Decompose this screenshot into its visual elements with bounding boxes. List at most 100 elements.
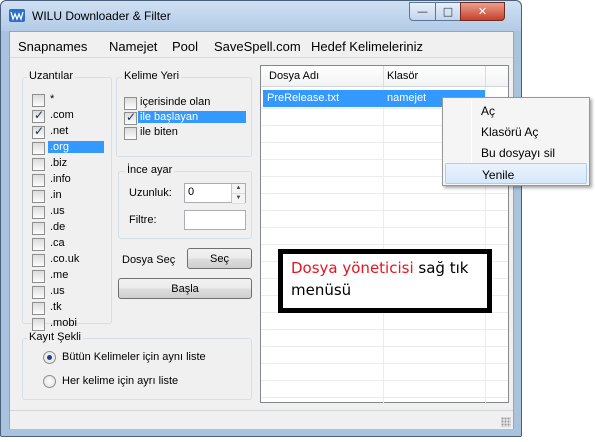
extension-label[interactable]: .us (48, 205, 67, 217)
resize-grip-icon[interactable] (501, 417, 511, 427)
context-item-label: Klasörü Aç (481, 125, 539, 139)
extension-label[interactable]: .tk (48, 301, 64, 313)
grid-line (261, 329, 508, 330)
extension-checkbox[interactable] (32, 286, 45, 299)
save-mode-group-label: Kayıt Şekli (27, 331, 83, 343)
extension-label[interactable]: .net (48, 125, 70, 137)
radio-same-list-label[interactable]: Bütün Kelimeler için aynı liste (62, 351, 206, 363)
extension-checkbox[interactable] (32, 270, 45, 283)
close-button[interactable]: ✕ (460, 2, 505, 21)
window-title: WILU Downloader & Filter (32, 9, 171, 23)
length-stepper[interactable]: 0 ▲ ▼ (184, 183, 246, 204)
extension-label[interactable]: .in (48, 189, 64, 201)
word-position-group-label: Kelime Yeri (122, 70, 182, 82)
annotation-callout: Dosya yöneticisi sağ tık menüsü (278, 249, 492, 313)
grid-line (261, 363, 508, 364)
word-position-checkbox[interactable] (124, 97, 137, 110)
filter-input[interactable] (184, 210, 246, 230)
extension-checkbox[interactable] (32, 222, 45, 235)
context-item-label: Aç (481, 104, 496, 118)
column-file-name[interactable]: Dosya Adı (269, 70, 319, 82)
menu-snapnames[interactable]: Snapnames (18, 39, 87, 54)
extension-checkbox[interactable] (32, 124, 45, 139)
save-mode-group (22, 338, 252, 400)
menu-target-words[interactable]: Hedef Kelimeleriniz (311, 39, 423, 54)
extension-checkbox[interactable] (32, 158, 45, 171)
callout-highlight: Dosya yöneticisi (291, 259, 414, 277)
extension-label[interactable]: .info (48, 173, 73, 185)
grid-line (261, 193, 508, 194)
context-menu: Aç Klasörü Aç Bu dosyayı sil Yenile (442, 97, 590, 186)
start-button[interactable]: Başla (118, 278, 252, 299)
extension-checkbox[interactable] (32, 142, 45, 155)
grid-line (261, 380, 508, 381)
context-item-open-folder[interactable]: Klasörü Aç (445, 121, 587, 142)
extension-checkbox[interactable] (32, 238, 45, 251)
extension-label[interactable]: .com (48, 109, 76, 121)
maximize-icon: □ (442, 5, 454, 18)
length-spin-buttons[interactable]: ▲ ▼ (231, 184, 245, 204)
extension-checkbox[interactable] (32, 318, 45, 331)
word-position-checkbox[interactable] (124, 127, 137, 140)
select-file-button[interactable]: Seç (187, 248, 252, 269)
minimize-button[interactable]: — (409, 2, 436, 21)
extension-label[interactable]: .me (48, 269, 70, 281)
length-label: Uzunluk: (129, 187, 172, 199)
grid-line (261, 227, 508, 228)
context-item-refresh[interactable]: Yenile (445, 163, 587, 184)
file-list-header: Dosya Adı Klasör (261, 66, 508, 87)
app-logo-icon (9, 9, 25, 22)
extension-checkbox[interactable] (32, 94, 45, 107)
extension-label[interactable]: .co.uk (48, 253, 81, 265)
extension-label[interactable]: .org (48, 141, 104, 153)
length-value: 0 (188, 186, 195, 198)
maximize-button[interactable]: □ (435, 2, 461, 21)
extension-label[interactable]: .ca (48, 237, 67, 249)
grid-line (261, 397, 508, 398)
grid-line (383, 87, 384, 404)
folder-cell: namejet (387, 92, 427, 104)
menu-namejet[interactable]: Namejet (109, 39, 157, 54)
extension-label[interactable]: .de (48, 221, 67, 233)
column-separator[interactable] (383, 66, 384, 86)
context-item-delete-file[interactable]: Bu dosyayı sil (445, 142, 587, 163)
minimize-icon: — (417, 5, 428, 18)
column-folder[interactable]: Klasör (387, 70, 418, 82)
grid-line (261, 244, 508, 245)
radio-same-list[interactable] (43, 351, 56, 364)
extension-label[interactable]: * (48, 93, 56, 105)
extension-checkbox[interactable] (32, 190, 45, 203)
column-separator[interactable] (485, 66, 486, 86)
status-bar (10, 410, 513, 429)
extension-checkbox[interactable] (32, 174, 45, 187)
word-position-label[interactable]: ile başlayan (138, 111, 246, 123)
file-select-label: Dosya Seç (122, 254, 176, 266)
word-position-checkbox[interactable] (124, 110, 137, 125)
file-name-cell: PreRelease.txt (267, 92, 340, 104)
extensions-group-label: Uzantılar (27, 70, 76, 82)
context-item-label: Bu dosyayı sil (481, 146, 556, 160)
extension-label[interactable]: .biz (48, 157, 69, 169)
client-area: Snapnames Namejet Pool SaveSpell.com Hed… (9, 31, 514, 429)
menu-bar: Snapnames Namejet Pool SaveSpell.com Hed… (10, 32, 513, 58)
menu-savespell[interactable]: SaveSpell.com (214, 39, 301, 54)
radio-separate-list-label[interactable]: Her kelime için ayrı liste (62, 375, 178, 387)
spin-up-icon[interactable]: ▲ (232, 184, 245, 194)
extension-checkbox[interactable] (32, 108, 45, 123)
word-position-label[interactable]: ile biten (138, 126, 180, 138)
menu-pool[interactable]: Pool (172, 39, 198, 54)
extension-checkbox[interactable] (32, 206, 45, 219)
extension-label[interactable]: .us (48, 285, 67, 297)
extension-checkbox[interactable] (32, 254, 45, 267)
extension-label[interactable]: .mobi (48, 317, 79, 329)
fine-tune-group-label: İnce ayar (125, 164, 175, 176)
context-item-label: Yenile (482, 168, 515, 182)
grid-line (261, 210, 508, 211)
close-icon: ✕ (477, 5, 488, 18)
radio-separate-list[interactable] (43, 375, 56, 388)
spin-down-icon[interactable]: ▼ (232, 194, 245, 204)
extension-checkbox[interactable] (32, 302, 45, 315)
title-bar[interactable]: WILU Downloader & Filter — □ ✕ (1, 1, 521, 31)
context-item-open[interactable]: Aç (445, 100, 587, 121)
word-position-label[interactable]: içerisinde olan (138, 96, 212, 108)
